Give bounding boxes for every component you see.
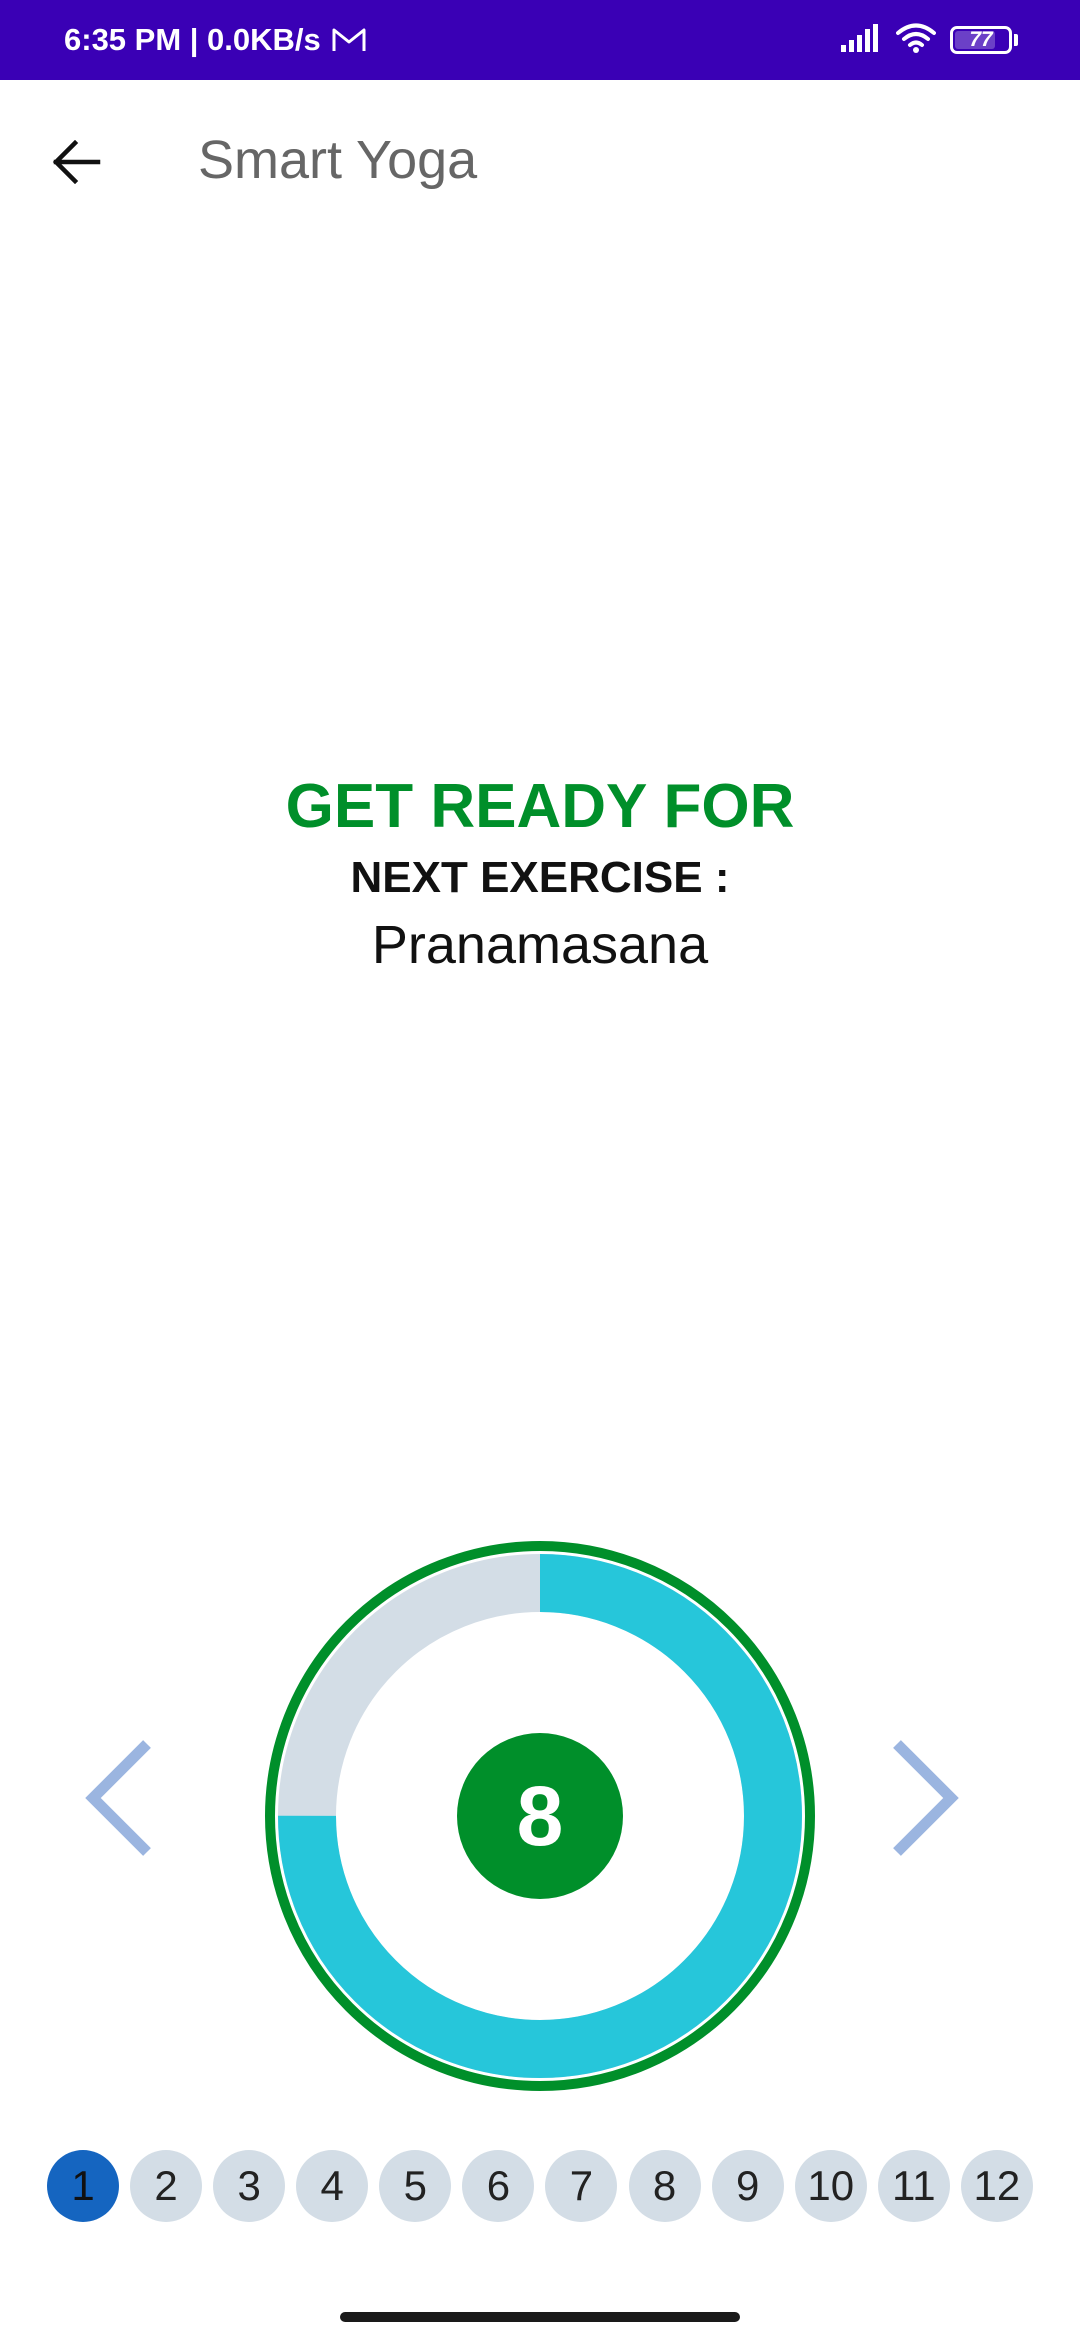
exercise-name: Pranamasana (371, 915, 709, 975)
ready-heading: GET READY FOR (285, 772, 795, 841)
wifi-icon (896, 22, 936, 59)
arrow-left-icon (51, 139, 101, 189)
step-indicator: 1 2 3 4 5 6 7 8 9 10 11 12 (47, 2150, 1033, 2222)
signal-icon (840, 23, 882, 58)
step-5[interactable]: 5 (379, 2150, 452, 2222)
timer-count: 8 (457, 1733, 623, 1899)
step-8[interactable]: 8 (628, 2150, 701, 2222)
step-6[interactable]: 6 (462, 2150, 535, 2222)
ready-block: GET READY FOR NEXT EXERCISE : Pranamasan… (0, 770, 1080, 982)
app-bar: Smart Yoga (0, 80, 1080, 240)
chevron-right-icon (889, 1738, 961, 1863)
gmail-icon (331, 26, 367, 54)
home-indicator[interactable] (340, 2312, 740, 2322)
status-time: 6:35 PM | 0.0KB/s (64, 22, 321, 57)
step-1[interactable]: 1 (47, 2150, 119, 2222)
step-7[interactable]: 7 (545, 2150, 618, 2222)
back-button[interactable] (36, 124, 116, 204)
countdown-timer: 8 (264, 1540, 816, 2092)
status-left: 6:35 PM | 0.0KB/s (64, 0, 367, 80)
previous-button[interactable] (74, 1730, 164, 1870)
next-exercise-label: NEXT EXERCISE : (350, 853, 730, 902)
step-11[interactable]: 11 (877, 2150, 950, 2222)
battery-level: 77 (969, 28, 993, 51)
step-12[interactable]: 12 (960, 2150, 1033, 2222)
step-10[interactable]: 10 (794, 2150, 867, 2222)
next-button[interactable] (880, 1730, 970, 1870)
status-bar: 6:35 PM | 0.0KB/s 77 (0, 0, 1080, 80)
step-4[interactable]: 4 (296, 2150, 369, 2222)
step-2[interactable]: 2 (130, 2150, 203, 2222)
battery-nub (1014, 34, 1018, 46)
step-9[interactable]: 9 (711, 2150, 784, 2222)
page-title: Smart Yoga (198, 130, 478, 190)
step-3[interactable]: 3 (213, 2150, 286, 2222)
battery-icon: 77 (950, 26, 1012, 54)
status-right: 77 (826, 0, 1018, 80)
chevron-left-icon (83, 1738, 155, 1863)
